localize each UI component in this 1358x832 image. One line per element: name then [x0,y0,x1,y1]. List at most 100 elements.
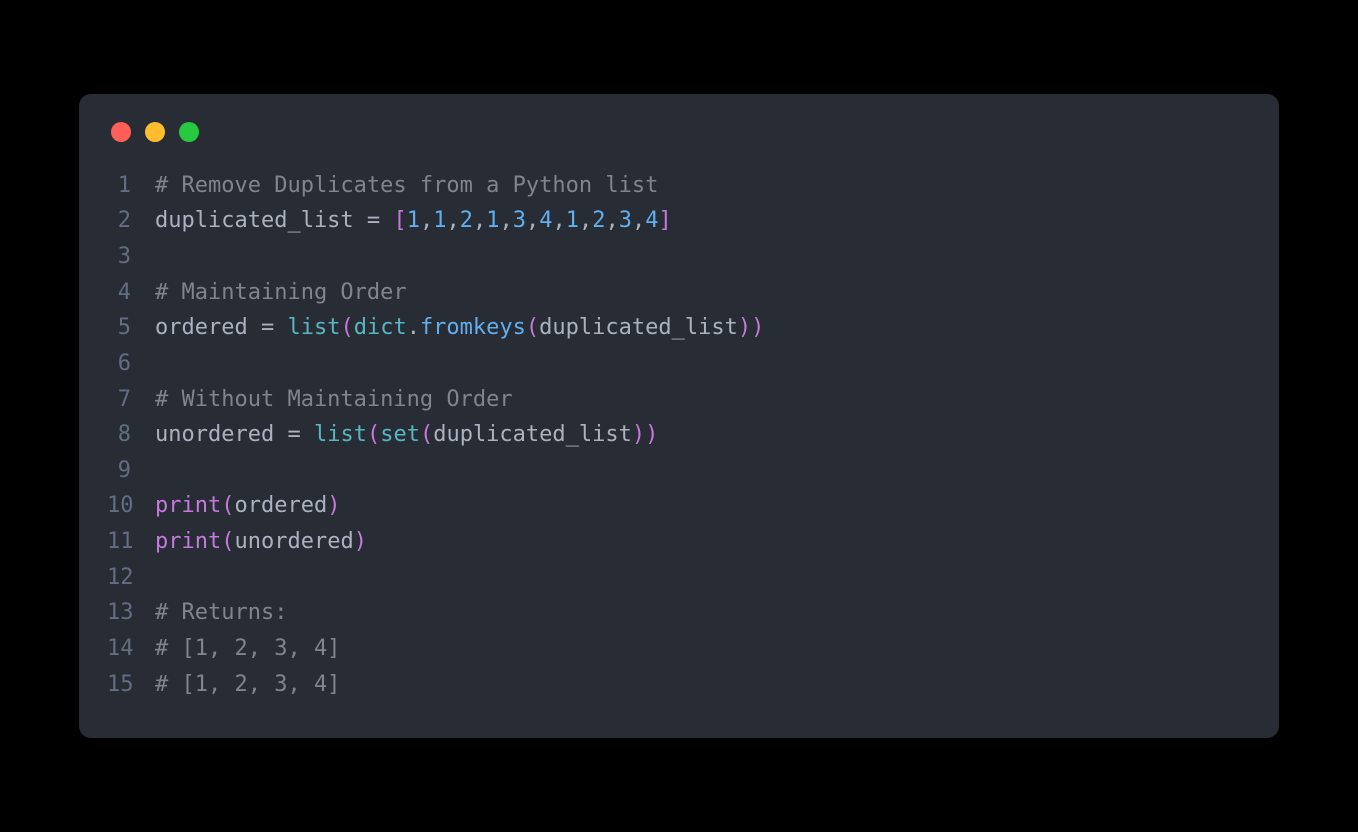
token-number: 1 [486,208,499,233]
code-line[interactable]: 8unordered = list(set(duplicated_list)) [107,417,1251,453]
code-line[interactable]: 3 [107,239,1251,275]
close-icon[interactable] [111,122,131,142]
line-number: 10 [107,488,155,524]
token-number: 3 [513,208,526,233]
line-content[interactable]: unordered = list(set(duplicated_list)) [155,417,658,453]
code-line[interactable]: 12 [107,560,1251,596]
line-number: 5 [107,310,155,346]
token-builtin: dict [354,315,407,340]
code-line[interactable]: 14# [1, 2, 3, 4] [107,631,1251,667]
token-ident: unordered [155,422,274,447]
token-print: print [155,493,221,518]
line-content[interactable]: # Returns: [155,595,287,631]
token-op: = [248,315,288,340]
token-number: 4 [645,208,658,233]
token-punct: , [499,208,512,233]
token-punct: , [579,208,592,233]
code-line[interactable]: 7# Without Maintaining Order [107,382,1251,418]
code-line[interactable]: 15# [1, 2, 3, 4] [107,667,1251,703]
token-bracket: ( [526,315,539,340]
code-editor[interactable]: 1# Remove Duplicates from a Python list2… [107,168,1251,702]
code-line[interactable]: 4# Maintaining Order [107,275,1251,311]
token-bracket: ) [751,315,764,340]
line-number: 12 [107,560,155,596]
line-number: 6 [107,346,155,382]
window-controls [111,122,1251,142]
token-bracket: ) [738,315,751,340]
token-bracket: ] [658,208,671,233]
code-line[interactable]: 6 [107,346,1251,382]
token-bracket: ( [221,493,234,518]
token-bracket: ( [221,529,234,554]
code-line[interactable]: 11print(unordered) [107,524,1251,560]
token-comment: # [1, 2, 3, 4] [155,636,340,661]
token-punct: , [420,208,433,233]
line-content[interactable]: print(unordered) [155,524,367,560]
line-number: 7 [107,382,155,418]
line-content[interactable]: # Remove Duplicates from a Python list [155,168,658,204]
line-content[interactable]: # Maintaining Order [155,275,407,311]
token-punct: , [446,208,459,233]
line-number: 4 [107,275,155,311]
token-punct: . [407,315,420,340]
token-builtin: list [287,315,340,340]
line-content[interactable]: ordered = list(dict.fromkeys(duplicated_… [155,310,764,346]
token-ident: unordered [234,529,353,554]
token-bracket: ( [420,422,433,447]
line-content[interactable] [155,346,168,382]
line-content[interactable] [155,560,168,596]
token-builtin: set [380,422,420,447]
token-bracket: ) [327,493,340,518]
code-line[interactable]: 2duplicated_list = [1,1,2,1,3,4,1,2,3,4] [107,203,1251,239]
token-punct: , [473,208,486,233]
token-number: 1 [433,208,446,233]
code-line[interactable]: 9 [107,453,1251,489]
token-punct: , [632,208,645,233]
line-number: 3 [107,239,155,275]
token-number: 2 [592,208,605,233]
token-print: print [155,529,221,554]
token-comment: # Remove Duplicates from a Python list [155,173,658,198]
code-line[interactable]: 13# Returns: [107,595,1251,631]
code-line[interactable]: 10print(ordered) [107,488,1251,524]
code-window: 1# Remove Duplicates from a Python list2… [79,94,1279,738]
token-ident: duplicated_list [433,422,632,447]
line-content[interactable] [155,239,168,275]
token-ident: duplicated_list [539,315,738,340]
line-number: 9 [107,453,155,489]
line-content[interactable]: duplicated_list = [1,1,2,1,3,4,1,2,3,4] [155,203,672,239]
token-number: 4 [539,208,552,233]
token-punct: , [605,208,618,233]
token-number: 3 [619,208,632,233]
token-number: 1 [566,208,579,233]
token-method: fromkeys [420,315,526,340]
token-bracket: ) [632,422,645,447]
token-bracket: ( [340,315,353,340]
token-bracket: [ [393,208,406,233]
code-line[interactable]: 1# Remove Duplicates from a Python list [107,168,1251,204]
line-number: 13 [107,595,155,631]
line-content[interactable]: # [1, 2, 3, 4] [155,667,340,703]
token-bracket: ( [367,422,380,447]
line-number: 11 [107,524,155,560]
token-comment: # Returns: [155,600,287,625]
code-line[interactable]: 5ordered = list(dict.fromkeys(duplicated… [107,310,1251,346]
token-ident: ordered [155,315,248,340]
line-number: 1 [107,168,155,204]
line-number: 2 [107,203,155,239]
token-ident: duplicated_list [155,208,354,233]
maximize-icon[interactable] [179,122,199,142]
line-number: 14 [107,631,155,667]
token-ident: ordered [234,493,327,518]
line-content[interactable]: # Without Maintaining Order [155,382,513,418]
line-content[interactable]: print(ordered) [155,488,340,524]
token-comment: # [1, 2, 3, 4] [155,672,340,697]
token-number: 1 [407,208,420,233]
token-punct: , [552,208,565,233]
line-content[interactable] [155,453,168,489]
minimize-icon[interactable] [145,122,165,142]
token-comment: # Maintaining Order [155,280,407,305]
line-content[interactable]: # [1, 2, 3, 4] [155,631,340,667]
token-number: 2 [460,208,473,233]
line-number: 15 [107,667,155,703]
